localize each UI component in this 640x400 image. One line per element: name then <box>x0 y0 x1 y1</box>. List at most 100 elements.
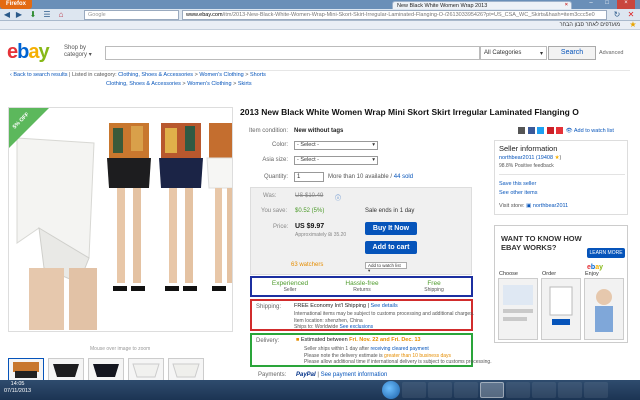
back-icon[interactable]: ◀ <box>2 10 12 20</box>
bookmarks-text[interactable]: מועדפים לאתר סבון הבחר <box>560 22 620 28</box>
taskbar-app-icon[interactable] <box>402 382 426 398</box>
breadcrumb-item[interactable]: Women's Clothing <box>199 72 243 78</box>
browser-search-input[interactable]: Google <box>84 10 179 20</box>
taskbar-app-icon[interactable] <box>506 382 530 398</box>
feature-title: Experienced <box>271 280 309 287</box>
breadcrumb-item[interactable]: Skirts <box>238 81 252 87</box>
advanced-search-link[interactable]: Advanced <box>599 50 623 56</box>
taskbar-firefox-icon[interactable] <box>480 382 504 398</box>
thumbnail[interactable] <box>8 358 44 382</box>
features-box: Experienced Seller Hassle-free Returns F… <box>250 276 473 297</box>
facebook-icon[interactable] <box>527 127 535 134</box>
reload-icon[interactable]: ↻ <box>612 10 622 20</box>
thumbnail[interactable] <box>88 358 124 382</box>
heart-icon[interactable] <box>556 127 564 134</box>
other-items-link[interactable]: See other items <box>499 190 538 196</box>
color-select[interactable]: - Select - ▾ <box>294 141 378 150</box>
seller-name-link[interactable]: northbear2011 <box>499 155 534 161</box>
ships-to-text: Ships to: Worldwide <box>294 324 339 330</box>
seller-heading: Seller information <box>499 144 558 153</box>
thumbnail[interactable] <box>128 358 164 382</box>
browser-title-bar: Firefox New Black White Women Wrap 2013 … <box>0 0 640 9</box>
info-icon[interactable]: ⓘ <box>335 193 341 202</box>
tools-icon[interactable]: ☰ <box>42 10 52 20</box>
buy-it-now-button[interactable]: Buy It Now <box>365 222 417 235</box>
taskbar-app-icon[interactable] <box>558 382 582 398</box>
thumbnail-strip <box>8 358 238 382</box>
zoom-hint: Mouse over image to zoom <box>90 346 151 352</box>
thumbnail[interactable] <box>48 358 84 382</box>
address-bar[interactable]: www.ebay.com/itm/2013-New-Black-White-Wo… <box>182 10 607 20</box>
browser-tab[interactable]: New Black White Women Wrap 2013 × <box>392 1 572 9</box>
taskbar-app-icon[interactable] <box>428 382 452 398</box>
seller-feedback: 98.8% Positive feedback <box>499 163 554 169</box>
taskbar-app-icon[interactable] <box>584 382 608 398</box>
taskbar-app-icon[interactable] <box>454 382 478 398</box>
see-exclusions-link[interactable]: See exclusions <box>340 324 374 330</box>
back-to-results-link[interactable]: Back to search results <box>13 72 67 78</box>
close-tab-icon[interactable]: × <box>565 2 568 8</box>
taskbar-app-icon[interactable] <box>532 382 556 398</box>
product-image[interactable]: 5% OFF <box>8 107 233 332</box>
forward-icon[interactable]: ▶ <box>14 10 24 20</box>
home-icon[interactable]: ⌂ <box>56 10 66 20</box>
seller-score[interactable]: (19408 <box>536 155 553 161</box>
breadcrumb-item[interactable]: Clothing, Shoes & Accessories <box>118 72 193 78</box>
sold-link[interactable]: 44 sold <box>394 174 413 180</box>
category-select[interactable]: All Categories ▾ <box>480 46 547 60</box>
star-icon: ★ <box>554 155 560 161</box>
share-watchlist-link[interactable]: Add to watch list <box>574 128 614 134</box>
close-window-icon[interactable]: × <box>617 0 635 9</box>
listed-in-label: Listed in category: <box>71 72 117 78</box>
shipping-box: Shipping: FREE Economy Int'l Shipping | … <box>250 299 474 331</box>
breadcrumb-item[interactable]: Women's Clothing <box>187 81 231 87</box>
stop-icon[interactable]: ✕ <box>626 10 636 20</box>
chevron-down-icon: ▾ <box>88 52 92 58</box>
save-seller-link[interactable]: Save this seller <box>499 181 536 187</box>
taskbar-clock[interactable]: 14:05 07/11/2013 <box>4 381 31 395</box>
ad-panel-order <box>541 278 581 340</box>
twitter-icon[interactable] <box>537 127 545 134</box>
visit-store-label: Visit store: <box>499 203 525 209</box>
quantity-input[interactable]: 1 <box>294 172 324 182</box>
save-value: $0.52 (5%) <box>295 208 325 214</box>
condition-label: Item condition: <box>248 128 288 134</box>
ad-panel-choose <box>498 278 538 340</box>
email-icon[interactable] <box>518 127 525 134</box>
divider <box>499 174 625 175</box>
ad-step-label: Choose <box>499 271 518 277</box>
shop-by-category-button[interactable]: Shop by category ▾ <box>64 45 92 59</box>
ad-title-line1: WANT TO KNOW HOW <box>501 234 582 243</box>
feature-title: Free <box>427 280 441 287</box>
download-icon[interactable]: ⬇ <box>28 10 38 20</box>
firefox-menu-button[interactable]: Firefox <box>0 0 33 9</box>
windows-taskbar <box>0 380 640 400</box>
ad-panel-enjoy <box>584 278 624 340</box>
available-count: More than 10 available <box>328 174 389 180</box>
payment-info-link[interactable]: See payment information <box>321 372 388 378</box>
learn-more-button[interactable]: LEARN MORE <box>587 248 625 258</box>
bookmarks-bar: מועדפים לאתר סבון הבחר ★ <box>0 20 640 30</box>
add-to-watchlist-button[interactable]: Add to watch list ▾ <box>365 262 407 273</box>
how-ebay-works-ad[interactable]: WANT TO KNOW HOW EBAY WORKS? ebay LEARN M… <box>494 225 628 343</box>
pinterest-icon[interactable] <box>546 127 554 134</box>
breadcrumb-item[interactable]: Clothing, Shoes & Accessories <box>106 81 181 87</box>
store-icon: ▣ <box>526 203 532 209</box>
thumbnail[interactable] <box>168 358 204 382</box>
see-details-link[interactable]: See details <box>370 303 397 309</box>
search-button[interactable]: Search <box>548 46 596 60</box>
clock-time: 14:05 <box>10 381 25 387</box>
store-link[interactable]: northbear2011 <box>533 203 568 209</box>
add-to-cart-button[interactable]: Add to cart <box>365 241 417 254</box>
ebay-search-input[interactable] <box>105 46 480 60</box>
chevron-down-icon: ▾ <box>372 142 375 148</box>
cleared-payment-link[interactable]: receiving cleared payment <box>370 346 428 352</box>
minimize-icon[interactable]: – <box>584 0 598 9</box>
bookmark-star-icon[interactable]: ★ <box>628 20 638 30</box>
start-button-icon[interactable] <box>382 381 400 399</box>
maximize-icon[interactable]: □ <box>600 0 614 9</box>
ebay-logo[interactable]: ebay <box>7 41 50 64</box>
breadcrumb-item[interactable]: Shorts <box>250 72 266 78</box>
ad-title-line2: EBAY WORKS? <box>501 243 557 252</box>
size-select[interactable]: - Select - ▾ <box>294 156 378 165</box>
